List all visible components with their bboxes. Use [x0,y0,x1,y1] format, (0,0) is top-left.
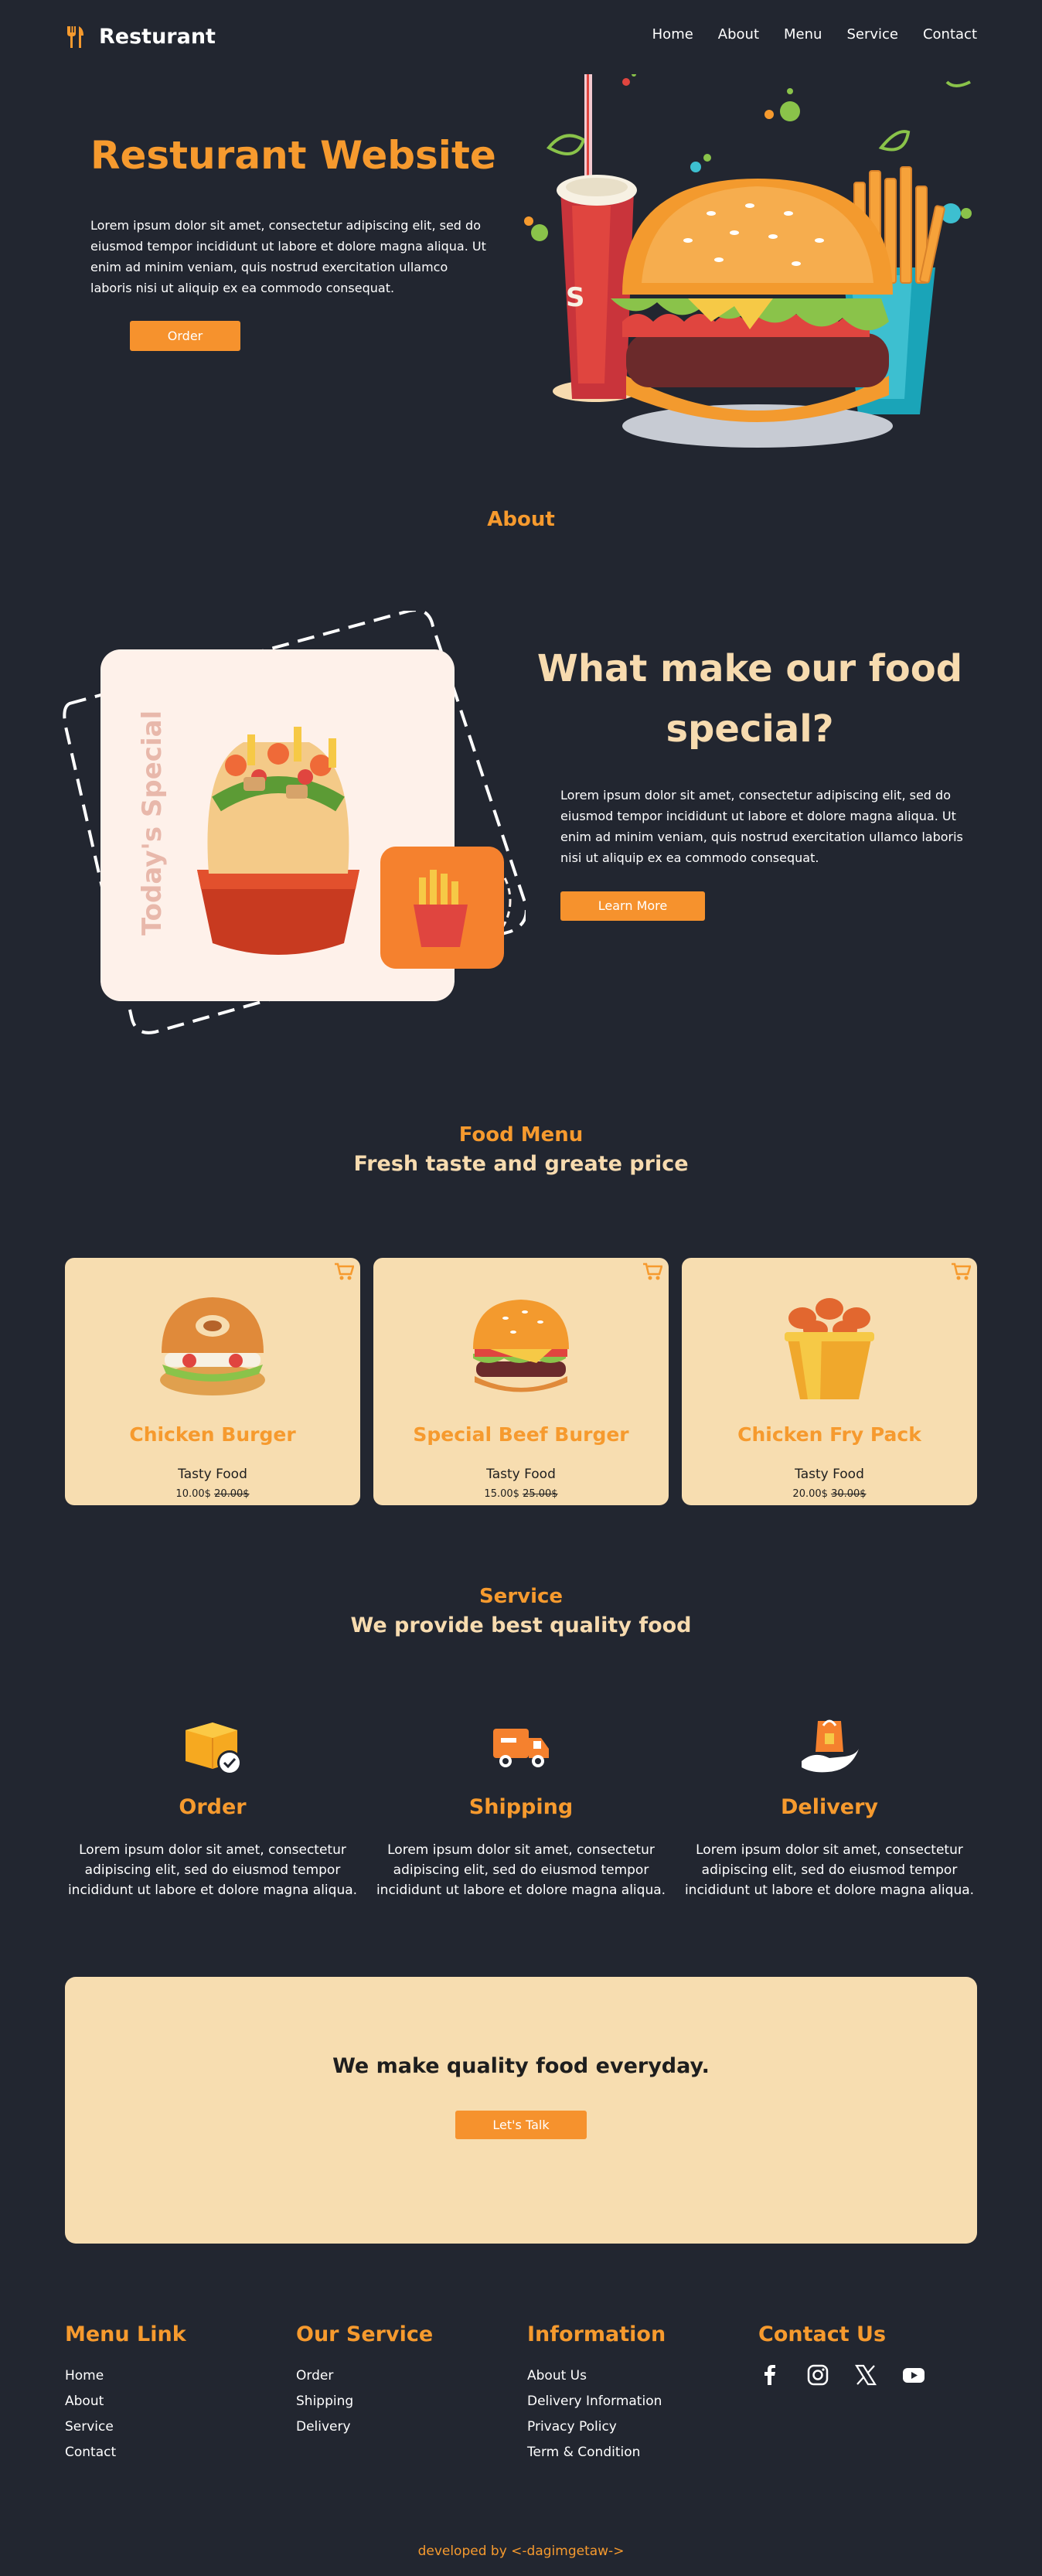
footer-heading: Information [527,2322,666,2346]
cta-title: We make quality food everyday. [332,2054,710,2078]
service-section-label: Service [478,1585,564,1608]
menu-item-subtitle: Tasty Food [486,1467,556,1482]
service-text: Lorem ipsum dolor sit amet, consectetur … [67,1842,358,1898]
footer-link-delivery[interactable]: Delivery [296,2414,512,2440]
brand[interactable]: Resturant [65,25,216,49]
service-text: Lorem ipsum dolor sit amet, consectetur … [684,1842,975,1898]
footer-heading: Contact Us [758,2322,887,2346]
menu-item-price: 10.00$ 20.00$ [65,1488,360,1500]
service-text: Lorem ipsum dolor sit amet, consectetur … [376,1842,666,1898]
svg-text:S: S [566,282,585,313]
menu-item-name: Chicken Burger [129,1423,296,1446]
footer-link-about[interactable]: About [65,2389,281,2414]
cart-icon[interactable] [951,1262,971,1281]
about-text: Lorem ipsum dolor sit amet, consectetur … [560,788,963,865]
menu-subtitle: Fresh taste and greate price [353,1152,689,1176]
footer-contact: Contact Us [758,2322,975,2387]
hero-title: Resturant Website [90,133,496,178]
learn-more-button[interactable]: Learn More [560,891,705,921]
beef-burger-image [473,1300,569,1392]
cart-icon[interactable] [642,1262,662,1281]
nav-home[interactable]: Home [652,26,693,43]
menu-item-name: Special Beef Burger [413,1423,629,1446]
cta-banner: We make quality food everyday. Let's Tal… [65,1977,977,2244]
social-links [758,2363,975,2387]
menu-item-name: Chicken Fry Pack [737,1423,921,1446]
footer-link-shipping[interactable]: Shipping [296,2389,512,2414]
service-title: Shipping [468,1795,574,1819]
menu-card-chicken-fry-pack[interactable]: Chicken Fry Pack Tasty Food 20.00$ 30.00… [682,1258,977,1505]
footer-link-contact[interactable]: Contact [65,2440,281,2465]
youtube-icon[interactable] [902,2363,925,2387]
price-old: 30.00$ [831,1488,867,1500]
nav-service[interactable]: Service [846,26,898,43]
nav-links: Home About Menu Service Contact [652,26,977,43]
price-old: 20.00$ [214,1488,250,1500]
footer-link-about-us[interactable]: About Us [527,2363,744,2389]
box-check-icon [186,1722,242,1775]
facebook-icon[interactable] [758,2363,782,2387]
footer-credit: developed by <-dagimgetaw-> [417,2544,625,2559]
truck-icon [493,1729,549,1767]
fork-knife-icon [67,26,83,48]
nav-contact[interactable]: Contact [923,26,977,43]
top-navbar: Resturant Home About Menu Service Contac… [65,22,977,60]
footer-heading: Menu Link [65,2322,186,2346]
about-heading: What make our food special? [536,647,963,751]
footer-our-service: Our Service Order Shipping Delivery [296,2322,512,2440]
menu-item-price: 15.00$ 25.00$ [373,1488,669,1500]
footer-link-home[interactable]: Home [65,2363,281,2389]
hero-text: Lorem ipsum dolor sit amet, consectetur … [90,218,486,295]
price-old: 25.00$ [523,1488,558,1500]
footer-information: Information About Us Delivery Informatio… [527,2322,744,2465]
cart-icon[interactable] [334,1262,354,1281]
lets-talk-button[interactable]: Let's Talk [455,2111,587,2139]
x-icon[interactable] [854,2363,877,2387]
price-current: 10.00$ [175,1488,211,1500]
about-section-label: About [487,508,555,531]
chicken-burger-image [160,1297,265,1395]
nav-menu[interactable]: Menu [784,26,822,43]
footer-heading: Our Service [296,2322,434,2346]
footer-link-delivery-information[interactable]: Delivery Information [527,2389,744,2414]
service-title: Order [179,1795,247,1819]
footer-link-service[interactable]: Service [65,2414,281,2440]
footer-link-order[interactable]: Order [296,2363,512,2389]
service-title: Delivery [780,1795,879,1819]
brand-name: Resturant [99,25,216,49]
chicken-fry-pack-image [785,1298,874,1399]
service-subtitle: We provide best quality food [350,1613,692,1637]
hand-bag-icon [802,1719,859,1773]
menu-item-price: 20.00$ 30.00$ [682,1488,977,1500]
order-button[interactable]: Order [130,321,240,351]
hero-burger-illustration: S [524,74,972,448]
price-current: 15.00$ [484,1488,519,1500]
footer-link-terms[interactable]: Term & Condition [527,2440,744,2465]
menu-item-subtitle: Tasty Food [795,1467,864,1482]
todays-special-card: Today's Special [63,611,526,1034]
menu-item-subtitle: Tasty Food [178,1467,247,1482]
footer-link-privacy-policy[interactable]: Privacy Policy [527,2414,744,2440]
menu-card-special-beef-burger[interactable]: Special Beef Burger Tasty Food 15.00$ 25… [373,1258,669,1505]
nav-about[interactable]: About [718,26,759,43]
footer-menu-links: Menu Link Home About Service Contact [65,2322,281,2465]
menu-card-chicken-burger[interactable]: Chicken Burger Tasty Food 10.00$ 20.00$ [65,1258,360,1505]
instagram-icon[interactable] [806,2363,829,2387]
price-current: 20.00$ [792,1488,828,1500]
svg-text:Today's Special: Today's Special [137,710,168,935]
menu-section-label: Food Menu [458,1123,584,1147]
